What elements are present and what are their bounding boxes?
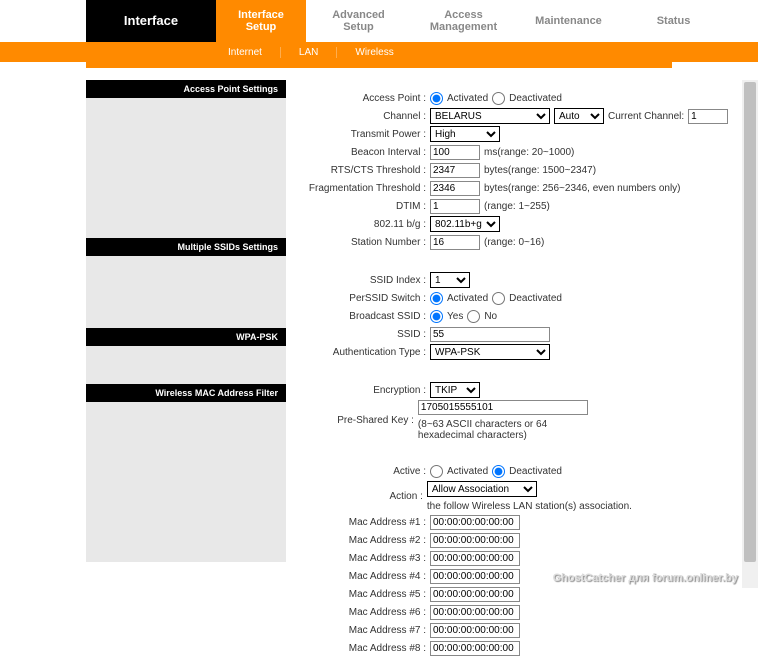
label-ssid: SSID : <box>300 329 430 340</box>
hint-rts: bytes(range: 1500~2347) <box>484 165 596 176</box>
tab-maintenance[interactable]: Maintenance <box>516 0 621 42</box>
label-station: Station Number : <box>300 237 430 248</box>
label-beacon: Beacon Interval : <box>300 147 430 158</box>
input-current-channel <box>688 109 728 124</box>
scrollbar[interactable] <box>742 80 758 588</box>
label-broadcast: Broadcast SSID : <box>300 311 430 322</box>
input-mac1[interactable] <box>430 515 520 530</box>
input-psk[interactable] <box>418 400 588 415</box>
input-mac6[interactable] <box>430 605 520 620</box>
radio-perssid-deactivated[interactable] <box>492 292 505 305</box>
input-mac3[interactable] <box>430 551 520 566</box>
tab-advanced-setup[interactable]: Advanced Setup <box>306 0 411 42</box>
label-frag: Fragmentation Threshold : <box>300 183 430 194</box>
label-rts: RTS/CTS Threshold : <box>300 165 430 176</box>
label-action: Action : <box>300 491 427 502</box>
select-channel-auto[interactable]: Auto <box>554 108 604 124</box>
top-tabs: Interface Interface Setup Advanced Setup… <box>0 0 758 42</box>
label-psk: Pre-Shared Key : <box>300 415 418 426</box>
label-dtim: DTIM : <box>300 201 430 212</box>
radio-filter-deactivated[interactable] <box>492 465 505 478</box>
select-encryption[interactable]: TKIP <box>430 382 480 398</box>
watermark: GhostCatcher для forum.onliner.by <box>553 572 738 584</box>
hint-beacon: ms(range: 20~1000) <box>484 147 574 158</box>
subtab-wireless[interactable]: Wireless <box>336 47 411 58</box>
label-mode: 802.11 b/g : <box>300 219 430 230</box>
label-ssid-index: SSID Index : <box>300 275 430 286</box>
tab-access-management[interactable]: Access Management <box>411 0 516 42</box>
radio-filter-activated[interactable] <box>430 465 443 478</box>
select-mode[interactable]: 802.11b+g <box>430 216 500 232</box>
label-mac6: Mac Address #6 : <box>300 607 430 618</box>
label-mac1: Mac Address #1 : <box>300 517 430 528</box>
hint-dtim: (range: 1~255) <box>484 201 550 212</box>
hint-station: (range: 0~16) <box>484 237 544 248</box>
label-perssid: PerSSID Switch : <box>300 293 430 304</box>
input-station[interactable] <box>430 235 480 250</box>
radio-ap-activated[interactable] <box>430 92 443 105</box>
hint-action: the follow Wireless LAN station(s) assoc… <box>427 501 632 512</box>
input-mac8[interactable] <box>430 641 520 656</box>
input-beacon[interactable] <box>430 145 480 160</box>
label-active: Active : <box>300 466 430 477</box>
subtab-internet[interactable]: Internet <box>210 47 280 58</box>
label-transmit-power: Transmit Power : <box>300 129 430 140</box>
input-mac4[interactable] <box>430 569 520 584</box>
label-access-point: Access Point : <box>300 93 430 104</box>
label-mac4: Mac Address #4 : <box>300 571 430 582</box>
select-ssid-index[interactable]: 1 <box>430 272 470 288</box>
section-ssid: Multiple SSIDs Settings <box>86 238 286 256</box>
input-frag[interactable] <box>430 181 480 196</box>
hint-psk: (8~63 ASCII characters or 64 hexadecimal… <box>418 419 598 441</box>
tab-status[interactable]: Status <box>621 0 726 42</box>
label-mac2: Mac Address #2 : <box>300 535 430 546</box>
label-mac7: Mac Address #7 : <box>300 625 430 636</box>
tab-interface-main: Interface <box>86 0 216 42</box>
select-transmit-power[interactable]: High <box>430 126 500 142</box>
input-mac7[interactable] <box>430 623 520 638</box>
radio-broadcast-yes[interactable] <box>430 310 443 323</box>
input-dtim[interactable] <box>430 199 480 214</box>
label-mac3: Mac Address #3 : <box>300 553 430 564</box>
hint-frag: bytes(range: 256~2346, even numbers only… <box>484 183 681 194</box>
orange-divider <box>86 62 672 68</box>
section-wpa-psk: WPA-PSK <box>86 328 286 346</box>
input-ssid[interactable] <box>430 327 550 342</box>
label-mac8: Mac Address #8 : <box>300 643 430 654</box>
label-channel: Channel : <box>300 111 430 122</box>
section-access-point: Access Point Settings <box>86 80 286 98</box>
sub-tabs: Internet LAN Wireless <box>0 42 758 62</box>
select-action[interactable]: Allow Association <box>427 481 537 497</box>
select-authtype[interactable]: WPA-PSK <box>430 344 550 360</box>
tab-interface-setup[interactable]: Interface Setup <box>216 0 306 42</box>
label-current-channel: Current Channel: <box>608 111 684 122</box>
scrollbar-thumb[interactable] <box>744 82 756 562</box>
radio-ap-deactivated[interactable] <box>492 92 505 105</box>
sidebar: Access Point Settings Multiple SSIDs Set… <box>86 80 286 658</box>
select-channel-country[interactable]: BELARUS <box>430 108 550 124</box>
label-encryption: Encryption : <box>300 385 430 396</box>
input-mac5[interactable] <box>430 587 520 602</box>
radio-perssid-activated[interactable] <box>430 292 443 305</box>
input-rts[interactable] <box>430 163 480 178</box>
subtab-lan[interactable]: LAN <box>280 47 336 58</box>
label-mac5: Mac Address #5 : <box>300 589 430 600</box>
section-mac-filter: Wireless MAC Address Filter <box>86 384 286 402</box>
radio-broadcast-no[interactable] <box>467 310 480 323</box>
label-authtype: Authentication Type : <box>300 347 430 358</box>
input-mac2[interactable] <box>430 533 520 548</box>
